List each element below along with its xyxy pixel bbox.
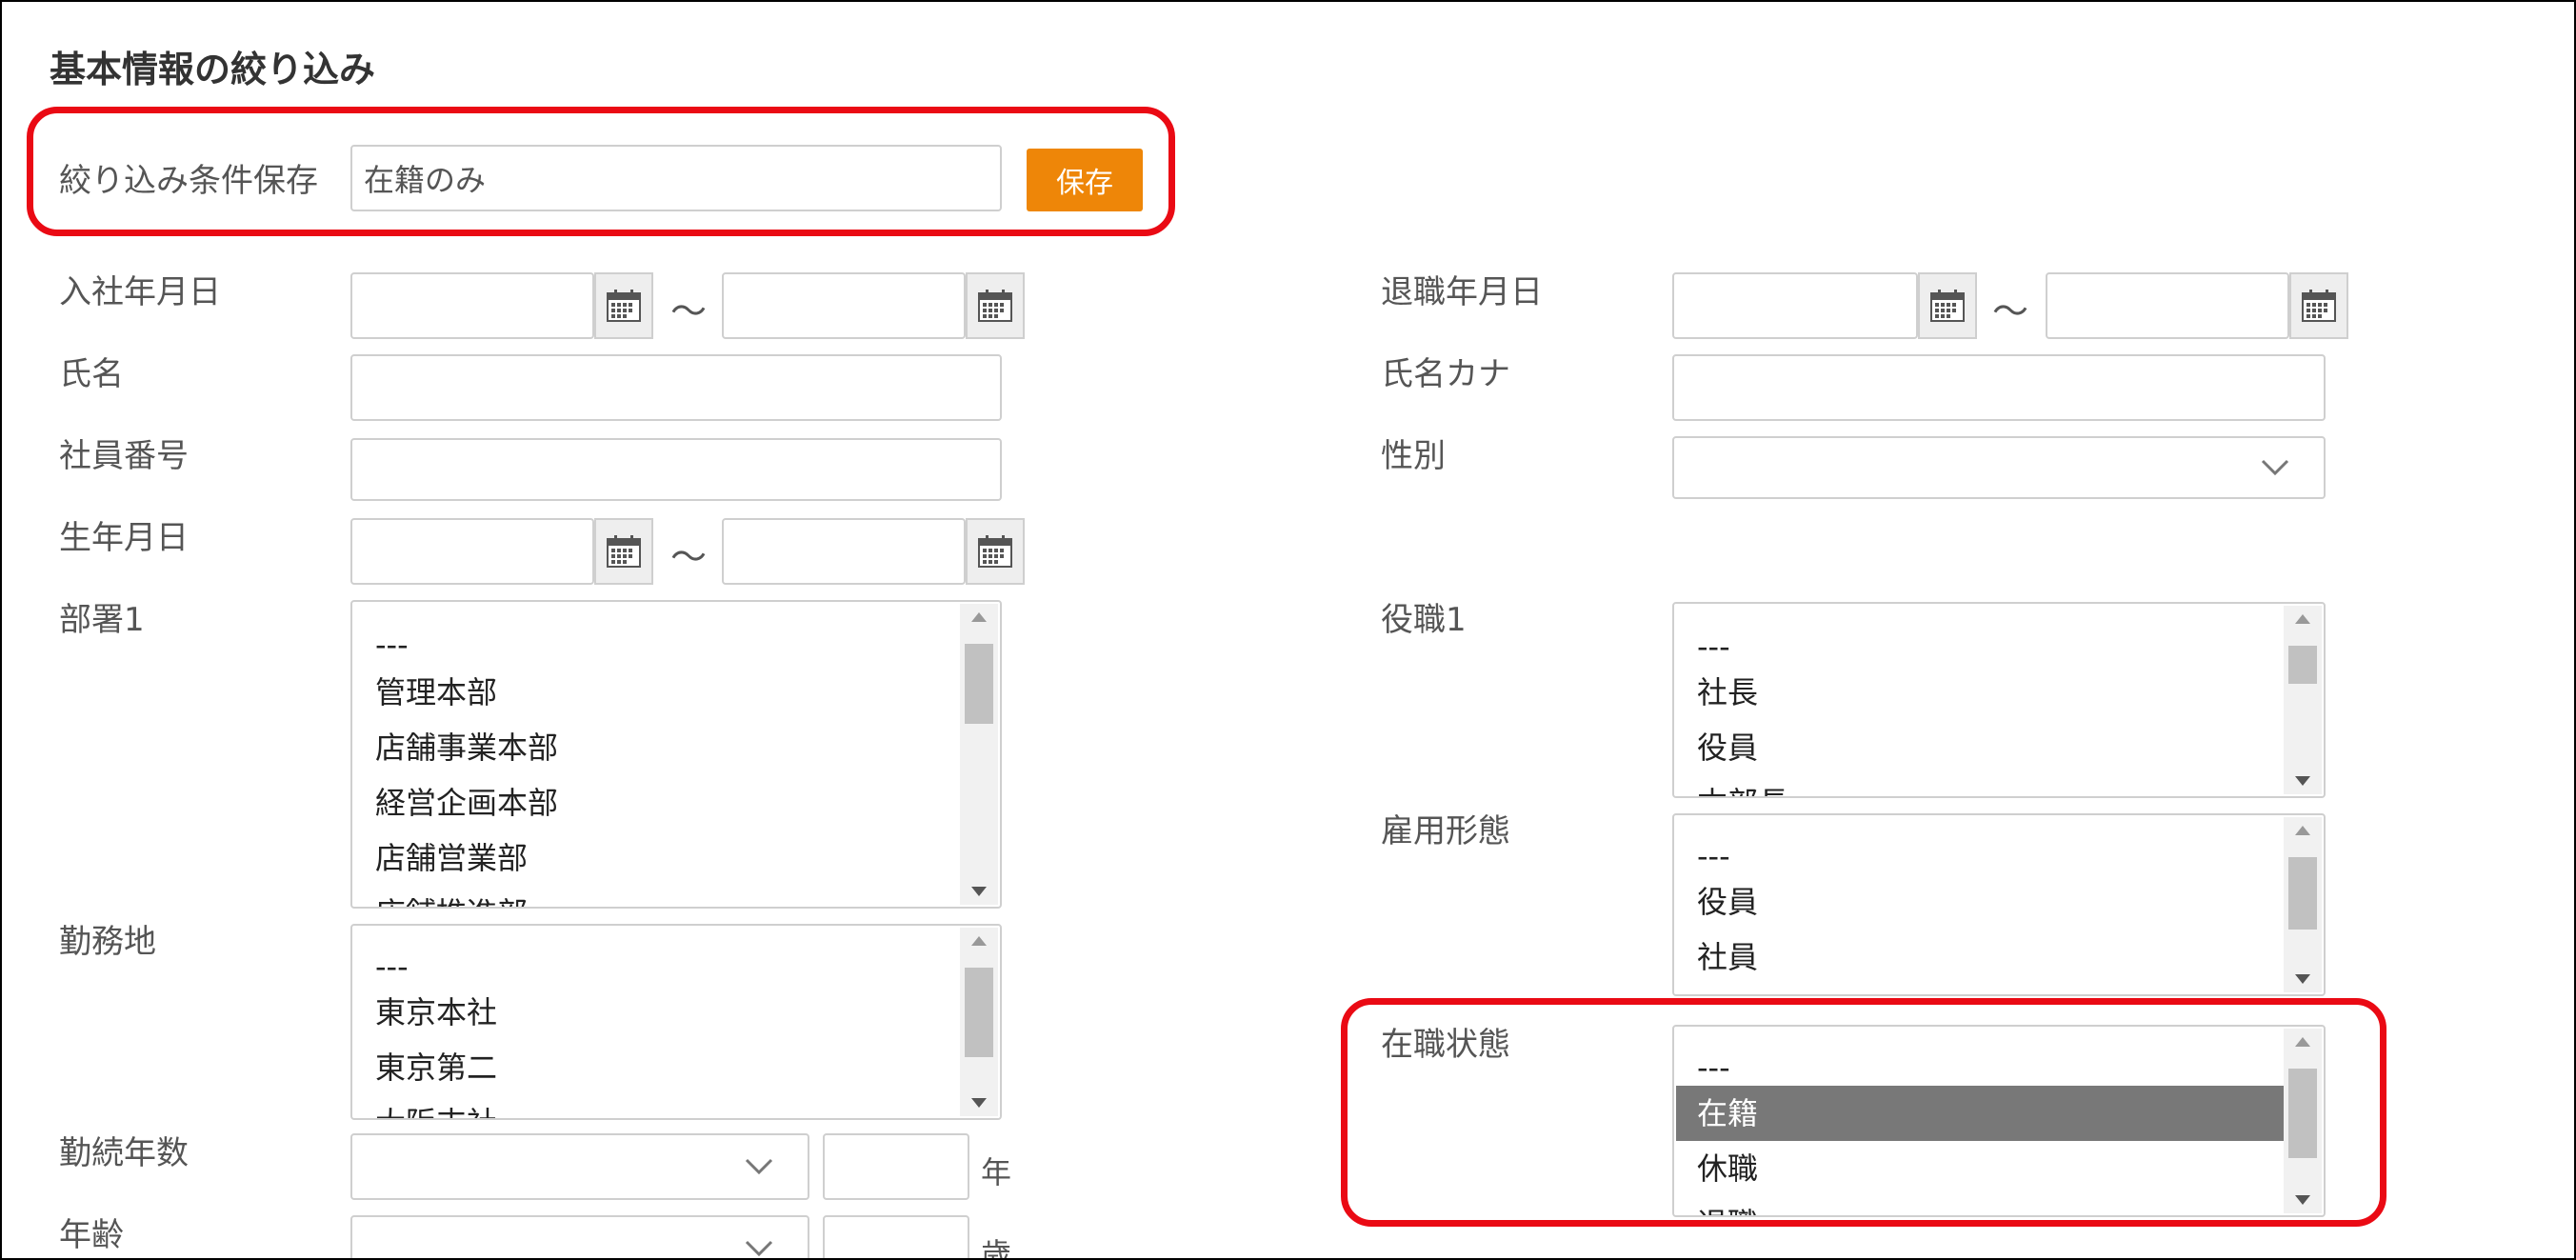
scroll-thumb[interactable] [965,644,993,724]
chevron-down-icon [745,1158,773,1175]
hire-date-from-calendar-button[interactable] [594,272,653,339]
list-item[interactable]: 東京本社 [354,985,983,1040]
hire-date-to-calendar-button[interactable] [966,272,1025,339]
name-kana-label: 氏名カナ [1381,355,1510,393]
list-item[interactable]: 店舗推進部 [354,886,983,907]
retire-date-from-input[interactable] [1672,272,1918,339]
age-input[interactable] [823,1215,969,1258]
department-label: 部署1 [59,601,145,639]
scroll-up-arrow-icon[interactable] [2284,819,2322,842]
scroll-up-arrow-icon[interactable] [2284,1030,2322,1053]
calendar-icon [1930,290,1965,322]
saved-filter-label: 絞り込み条件保存 [59,162,318,200]
years-of-service-input[interactable] [823,1133,969,1200]
section-title: 基本情報の絞り込み [50,49,376,90]
birth-date-to-input[interactable] [722,518,966,585]
list-item[interactable]: 役員 [1676,720,2306,775]
save-button[interactable]: 保存 [1027,149,1143,211]
scroll-down-arrow-icon[interactable] [2284,1189,2322,1211]
calendar-icon [978,290,1012,322]
name-label: 氏名 [59,355,124,393]
chevron-down-icon [745,1240,773,1257]
scroll-thumb[interactable] [965,968,993,1057]
list-item[interactable]: 店舗営業部 [354,830,983,886]
department-listbox[interactable]: --- 管理本部 店舗事業本部 経営企画本部 店舗営業部 店舗推進部 [350,600,1002,909]
calendar-icon [978,535,1012,568]
list-item[interactable]: 店舗事業本部 [354,720,983,775]
list-item[interactable]: 経営企画本部 [354,775,983,830]
years-of-service-operator-select[interactable] [350,1133,809,1200]
saved-filter-value: 在籍のみ [364,162,487,198]
list-item[interactable]: 東京第二 [354,1040,983,1095]
retire-date-to-input[interactable] [2046,272,2289,339]
list-item[interactable]: 休職 [1676,1141,2306,1196]
birth-date-to-calendar-button[interactable] [966,518,1025,585]
name-input[interactable] [350,354,1002,421]
saved-filter-input[interactable]: 在籍のみ [350,145,1002,211]
age-label: 年齢 [59,1216,124,1254]
list-item[interactable]: 役員 [1676,874,2306,930]
employment-type-label: 雇用形態 [1381,812,1510,850]
hire-date-label: 入社年月日 [59,273,221,311]
birth-date-from-calendar-button[interactable] [594,518,653,585]
hire-date-to-input[interactable] [722,272,966,339]
birth-date-range-separator: 〜 [670,536,708,578]
age-operator-select[interactable] [350,1215,809,1258]
position-listbox[interactable]: --- 社長 役員 本部長 [1672,602,2326,798]
calendar-icon [607,290,641,322]
gender-select[interactable] [1672,436,2326,499]
department-scrollbar[interactable] [960,604,998,905]
employee-no-label: 社員番号 [59,437,189,475]
filter-panel: 基本情報の絞り込み 絞り込み条件保存 在籍のみ 保存 入社年月日 〜 退職年月日… [0,0,2576,1260]
scroll-down-arrow-icon[interactable] [2284,770,2322,792]
list-item[interactable]: 退職 [1676,1196,2306,1215]
hire-date-from-input[interactable] [350,272,594,339]
scroll-thumb[interactable] [2288,1069,2317,1158]
list-item[interactable]: 社長 [1676,665,2306,720]
scroll-up-arrow-icon[interactable] [960,606,998,629]
scroll-down-arrow-icon[interactable] [2284,968,2322,990]
calendar-icon [2302,290,2336,322]
gender-label: 性別 [1381,437,1446,475]
employment-type-listbox[interactable]: --- 役員 社員 契約社員 [1672,813,2326,996]
status-label: 在職状態 [1381,1026,1510,1064]
scroll-up-arrow-icon[interactable] [2284,608,2322,630]
year-unit: 年 [981,1154,1012,1190]
name-kana-input[interactable] [1672,354,2326,421]
retire-date-label: 退職年月日 [1381,273,1543,311]
retire-date-from-calendar-button[interactable] [1918,272,1977,339]
list-item-selected[interactable]: 在籍 [1676,1086,2306,1141]
status-scrollbar[interactable] [2284,1029,2322,1213]
work-location-scrollbar[interactable] [960,928,998,1116]
age-unit: 歳 [981,1236,1012,1260]
status-listbox[interactable]: --- 在籍 休職 退職 [1672,1025,2326,1217]
hire-date-range-separator: 〜 [670,290,708,332]
list-item[interactable]: 大阪支社 [354,1095,983,1118]
position-label: 役職1 [1381,601,1467,639]
employee-no-input[interactable] [350,438,1002,501]
retire-date-range-separator: 〜 [1992,290,2029,332]
list-item[interactable]: 社員 [1676,930,2306,985]
list-item[interactable]: 本部長 [1676,775,2306,796]
position-scrollbar[interactable] [2284,606,2322,794]
scroll-thumb[interactable] [2288,646,2317,684]
list-item[interactable]: 管理本部 [354,665,983,720]
years-of-service-label: 勤続年数 [59,1134,189,1172]
scroll-down-arrow-icon[interactable] [960,1091,998,1114]
calendar-icon [607,535,641,568]
retire-date-to-calendar-button[interactable] [2289,272,2348,339]
scroll-down-arrow-icon[interactable] [960,880,998,903]
scroll-up-arrow-icon[interactable] [960,930,998,952]
scroll-thumb[interactable] [2288,857,2317,930]
employment-type-scrollbar[interactable] [2284,817,2322,992]
list-item[interactable]: 契約社員 [1676,985,2306,994]
birth-date-label: 生年月日 [59,519,189,557]
work-location-listbox[interactable]: --- 東京本社 東京第二 大阪支社 [350,924,1002,1120]
work-location-label: 勤務地 [59,923,156,961]
birth-date-from-input[interactable] [350,518,594,585]
chevron-down-icon [2261,459,2289,476]
